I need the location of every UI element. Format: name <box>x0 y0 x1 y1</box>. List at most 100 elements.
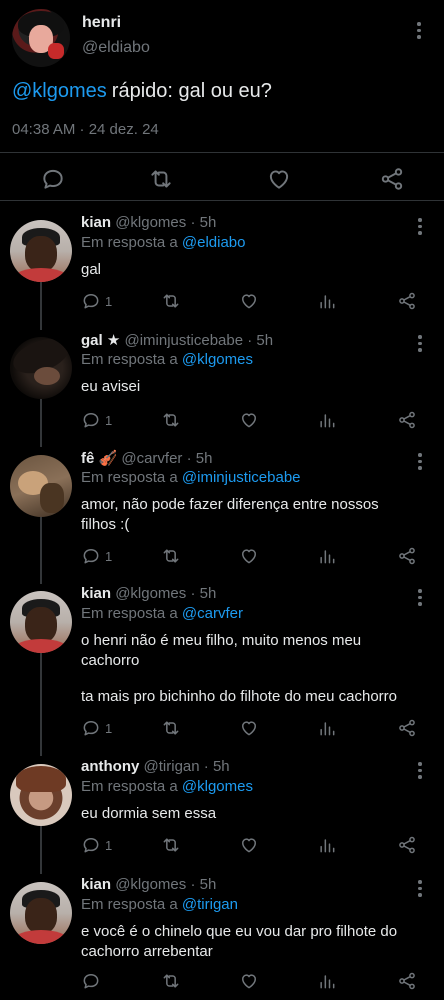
share-icon[interactable] <box>397 545 417 567</box>
reply-text: eu dormia sem essa <box>81 804 431 824</box>
share-icon[interactable] <box>379 166 405 192</box>
avatar[interactable] <box>10 455 72 517</box>
reply-icon[interactable] <box>40 166 66 192</box>
reply-tweet[interactable]: kian @klgomes · 5h Em resposta a @eldiab… <box>0 214 444 326</box>
share-icon[interactable] <box>397 290 417 312</box>
author-name[interactable]: kian <box>81 876 111 893</box>
reply-prefix: Em resposta a <box>81 469 178 486</box>
more-options-icon[interactable] <box>418 880 422 898</box>
reply-to-link[interactable]: @eldiabo <box>182 234 246 251</box>
divider <box>0 200 444 201</box>
reply-header: kian @klgomes · 5h <box>81 876 216 893</box>
like-icon[interactable] <box>239 834 259 856</box>
reply-time: · 5h <box>190 214 217 231</box>
like-icon[interactable] <box>239 545 259 567</box>
reply-actions: 1 <box>81 290 426 312</box>
author-name[interactable]: kian <box>81 585 111 602</box>
like-icon[interactable] <box>239 290 259 312</box>
reply-text: gal <box>81 260 431 280</box>
tweet-body: rápido: gal ou eu? <box>111 80 272 102</box>
author-handle[interactable]: @klgomes <box>115 214 186 231</box>
share-icon[interactable] <box>397 834 417 856</box>
retweet-icon[interactable] <box>161 545 181 567</box>
author-name[interactable]: gal ★ <box>81 332 120 349</box>
reply-header: anthony @tirigan · 5h <box>81 758 230 775</box>
author-handle[interactable]: @klgomes <box>115 876 186 893</box>
reply-button[interactable]: 1 <box>81 545 112 567</box>
avatar[interactable] <box>12 9 70 67</box>
reply-text: amor, não pode fazer diferença entre nos… <box>81 495 431 535</box>
more-options-icon[interactable] <box>418 453 422 471</box>
reply-header: kian @klgomes · 5h <box>81 214 216 231</box>
author-name[interactable]: kian <box>81 214 111 231</box>
reply-to-link[interactable]: @carvfer <box>182 605 243 622</box>
retweet-icon[interactable] <box>161 834 181 856</box>
author-name[interactable]: henri <box>82 14 121 32</box>
avatar[interactable] <box>10 591 72 653</box>
more-options-icon[interactable] <box>418 218 422 236</box>
views-icon[interactable] <box>317 717 337 739</box>
views-icon[interactable] <box>317 290 337 312</box>
reply-to-link[interactable]: @klgomes <box>182 778 253 795</box>
reply-button[interactable] <box>81 970 105 992</box>
more-options-icon[interactable] <box>418 589 422 607</box>
reply-time: · 5h <box>186 450 213 467</box>
reply-prefix: Em resposta a <box>81 896 178 913</box>
share-icon[interactable] <box>397 717 417 739</box>
reply-count: 1 <box>105 548 113 564</box>
reply-time: · 5h <box>190 876 217 893</box>
reply-actions <box>81 970 426 992</box>
avatar[interactable] <box>10 337 72 399</box>
reply-icon <box>83 974 99 989</box>
reply-button[interactable]: 1 <box>81 717 112 739</box>
reply-count: 1 <box>105 412 113 428</box>
reply-actions: 1 <box>81 834 426 856</box>
author-handle[interactable]: @tirigan <box>144 758 200 775</box>
more-options-icon[interactable] <box>418 335 422 353</box>
reply-to-link[interactable]: @tirigan <box>182 896 238 913</box>
like-icon[interactable] <box>239 409 259 431</box>
author-handle[interactable]: @eldiabo <box>82 39 150 57</box>
more-options-icon[interactable] <box>418 762 422 780</box>
reply-button[interactable]: 1 <box>81 834 112 856</box>
more-options-icon[interactable] <box>417 22 421 40</box>
views-icon[interactable] <box>317 545 337 567</box>
text-line: cachorro arrebentar <box>81 943 213 960</box>
avatar[interactable] <box>10 220 72 282</box>
author-name[interactable]: anthony <box>81 758 139 775</box>
reply-tweet[interactable]: kian @klgomes · 5h Em resposta a @tiriga… <box>0 876 444 1000</box>
share-icon[interactable] <box>397 970 417 992</box>
reply-icon <box>83 549 99 564</box>
reply-button[interactable]: 1 <box>81 409 112 431</box>
author-name[interactable]: fê 🎻 <box>81 450 117 467</box>
mention-link[interactable]: @klgomes <box>12 80 107 102</box>
reply-to-link[interactable]: @iminjusticebabe <box>182 469 301 486</box>
retweet-icon[interactable] <box>161 409 181 431</box>
share-icon[interactable] <box>397 409 417 431</box>
author-handle[interactable]: @klgomes <box>115 585 186 602</box>
retweet-icon[interactable] <box>148 166 174 192</box>
author-handle[interactable]: @iminjusticebabe <box>124 332 243 349</box>
like-icon[interactable] <box>266 166 292 192</box>
retweet-icon[interactable] <box>161 290 181 312</box>
reply-tweet[interactable]: fê 🎻 @carvfer · 5h Em resposta a @iminju… <box>0 449 444 579</box>
retweet-icon[interactable] <box>161 970 181 992</box>
views-icon[interactable] <box>317 970 337 992</box>
views-icon[interactable] <box>317 834 337 856</box>
views-icon[interactable] <box>317 409 337 431</box>
like-icon[interactable] <box>239 717 259 739</box>
reply-tweet[interactable]: gal ★ @iminjusticebabe · 5h Em resposta … <box>0 331 444 443</box>
author-handle[interactable]: @carvfer <box>121 450 182 467</box>
reply-count: 1 <box>105 837 113 853</box>
avatar[interactable] <box>10 882 72 944</box>
retweet-icon[interactable] <box>161 717 181 739</box>
reply-to-link[interactable]: @klgomes <box>182 351 253 368</box>
reply-tweet[interactable]: anthony @tirigan · 5h Em resposta a @klg… <box>0 758 444 870</box>
reply-actions: 1 <box>81 717 426 739</box>
text-line: amor, não pode fazer diferença entre nos… <box>81 496 379 513</box>
reply-tweet[interactable]: kian @klgomes · 5h Em resposta a @carvfe… <box>0 585 444 751</box>
reply-button[interactable]: 1 <box>81 290 112 312</box>
avatar[interactable] <box>10 764 72 826</box>
tweet-timestamp[interactable]: 04:38 AM · 24 dez. 24 <box>12 121 159 138</box>
like-icon[interactable] <box>239 970 259 992</box>
